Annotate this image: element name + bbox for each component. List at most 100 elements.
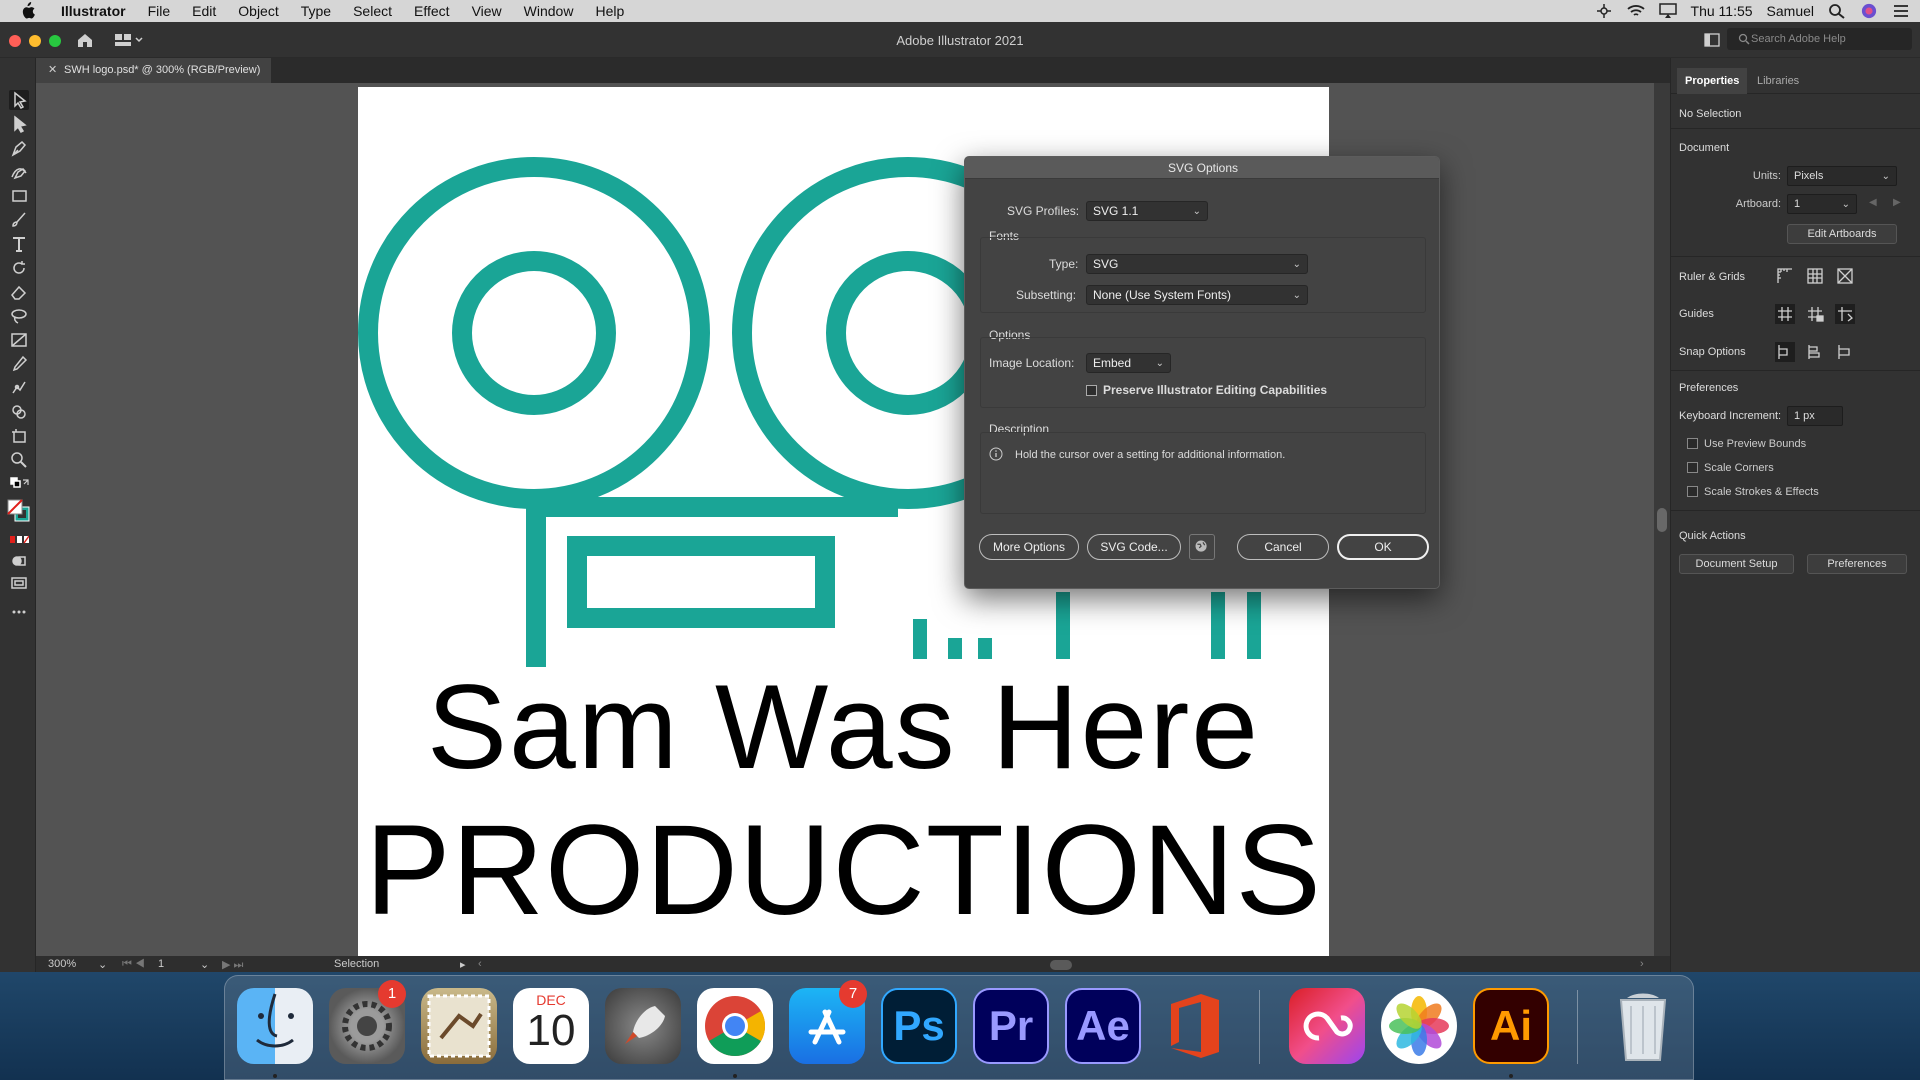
creative-cloud-status-icon[interactable] xyxy=(1595,3,1613,19)
apple-icon[interactable] xyxy=(18,2,36,20)
clock[interactable]: Thu 11:55 xyxy=(1691,3,1753,19)
drawing-modes-icon[interactable] xyxy=(9,552,29,570)
puppet-warp-tool-icon[interactable] xyxy=(9,378,29,398)
tab-properties[interactable]: Properties xyxy=(1677,68,1748,94)
illustrator-icon[interactable]: Ai xyxy=(1473,988,1549,1064)
svg-profiles-select[interactable]: SVG 1.1 ⌄ xyxy=(1086,201,1208,221)
wifi-icon[interactable] xyxy=(1626,3,1645,19)
menu-app-name[interactable]: Illustrator xyxy=(50,0,137,22)
paintbrush-tool-icon[interactable] xyxy=(9,210,29,230)
more-options-button[interactable]: More Options xyxy=(979,534,1079,560)
status-menu-arrow-icon[interactable]: ▸ xyxy=(460,958,466,971)
lasso-tool-icon[interactable] xyxy=(9,306,29,326)
document-setup-button[interactable]: Document Setup xyxy=(1679,554,1794,574)
airplay-icon[interactable] xyxy=(1658,3,1677,19)
curvature-tool-icon[interactable] xyxy=(9,162,29,182)
siri-icon[interactable] xyxy=(1860,3,1878,19)
search-adobe-help-input[interactable]: Search Adobe Help xyxy=(1727,28,1912,50)
snap-to-pixel-icon[interactable] xyxy=(1805,342,1825,362)
web-preview-button[interactable] xyxy=(1189,534,1215,560)
snap-to-glyph-icon[interactable] xyxy=(1835,342,1855,362)
menu-edit[interactable]: Edit xyxy=(181,0,227,22)
screen-mode-icon[interactable] xyxy=(9,574,29,592)
rectangle-tool-icon[interactable] xyxy=(9,186,29,206)
control-center-icon[interactable] xyxy=(1892,3,1910,19)
vertical-scroll-thumb[interactable] xyxy=(1657,508,1667,532)
artboard-select[interactable]: 1 ⌄ xyxy=(1787,194,1857,214)
shape-builder-tool-icon[interactable] xyxy=(9,402,29,422)
rotate-tool-icon[interactable] xyxy=(9,258,29,278)
transparency-grid-icon[interactable] xyxy=(1835,266,1855,286)
edit-toolbar-icon[interactable] xyxy=(9,606,29,618)
grid-icon[interactable] xyxy=(1805,266,1825,286)
close-tab-icon[interactable]: ✕ xyxy=(48,58,57,83)
chrome-icon[interactable] xyxy=(697,988,773,1064)
zoom-dropdown-chevron-icon[interactable]: ⌄ xyxy=(98,958,107,971)
subsetting-select[interactable]: None (Use System Fonts) ⌄ xyxy=(1086,285,1308,305)
eraser-tool-icon[interactable] xyxy=(9,282,29,302)
premiere-pro-icon[interactable]: Pr xyxy=(973,988,1049,1064)
previous-artboard-icon[interactable]: ◀ xyxy=(1869,197,1877,208)
svg-code-button[interactable]: SVG Code... xyxy=(1087,534,1181,560)
ok-button[interactable]: OK xyxy=(1337,534,1429,560)
zoom-level-field[interactable]: 300% xyxy=(48,958,76,970)
first-artboard-icon[interactable]: ⏮ ◀ xyxy=(122,958,145,971)
calendar-icon[interactable]: DEC 10 xyxy=(513,988,589,1064)
menu-view[interactable]: View xyxy=(461,0,513,22)
last-artboard-icon[interactable]: ▶ ⏭ xyxy=(222,958,243,972)
preferences-button[interactable]: Preferences xyxy=(1807,554,1907,574)
lock-guides-icon[interactable] xyxy=(1805,304,1825,324)
artboard-tool-icon[interactable] xyxy=(9,426,29,446)
menu-window[interactable]: Window xyxy=(513,0,585,22)
ruler-icon[interactable] xyxy=(1775,266,1795,286)
after-effects-icon[interactable]: Ae xyxy=(1065,988,1141,1064)
user-name[interactable]: Samuel xyxy=(1767,3,1814,19)
image-location-select[interactable]: Embed ⌄ xyxy=(1086,353,1171,373)
cancel-button[interactable]: Cancel xyxy=(1237,534,1329,560)
eyedropper-tool-icon[interactable] xyxy=(9,354,29,374)
microsoft-office-icon[interactable] xyxy=(1157,988,1233,1064)
zoom-tool-icon[interactable] xyxy=(9,450,29,470)
document-tab[interactable]: ✕ SWH logo.psd* @ 300% (RGB/Preview) xyxy=(36,58,271,83)
selection-tool-icon[interactable] xyxy=(9,90,29,110)
units-select[interactable]: Pixels ⌄ xyxy=(1787,166,1897,186)
finder-icon[interactable] xyxy=(237,988,313,1064)
smart-guides-icon[interactable] xyxy=(1835,304,1855,324)
edit-artboards-button[interactable]: Edit Artboards xyxy=(1787,224,1897,244)
artboard-number-field[interactable]: 1 xyxy=(158,958,164,970)
menu-type[interactable]: Type xyxy=(290,0,342,22)
show-guides-icon[interactable] xyxy=(1775,304,1795,324)
next-artboard-icon[interactable]: ▶ xyxy=(1893,197,1901,208)
snap-to-point-icon[interactable] xyxy=(1775,342,1795,362)
vertical-scrollbar[interactable] xyxy=(1654,83,1670,956)
pen-tool-icon[interactable] xyxy=(9,138,29,158)
menu-help[interactable]: Help xyxy=(584,0,635,22)
type-tool-icon[interactable] xyxy=(9,234,29,254)
photos-icon[interactable] xyxy=(1381,988,1457,1064)
color-mode-icons[interactable] xyxy=(9,534,30,546)
launchpad-icon[interactable] xyxy=(605,988,681,1064)
menu-file[interactable]: File xyxy=(137,0,182,22)
use-preview-bounds-checkbox[interactable]: Use Preview Bounds xyxy=(1687,438,1806,450)
artboard-dropdown-chevron-icon[interactable]: ⌄ xyxy=(200,958,209,971)
menu-object[interactable]: Object xyxy=(227,0,289,22)
font-type-select[interactable]: SVG ⌄ xyxy=(1086,254,1308,274)
gradient-tool-icon[interactable] xyxy=(9,330,29,350)
tab-libraries[interactable]: Libraries xyxy=(1749,68,1807,94)
keyboard-increment-field[interactable]: 1 px xyxy=(1787,406,1843,426)
photoshop-icon[interactable]: Ps xyxy=(881,988,957,1064)
preserve-editing-checkbox[interactable]: Preserve Illustrator Editing Capabilitie… xyxy=(1086,383,1327,397)
menu-effect[interactable]: Effect xyxy=(403,0,461,22)
creative-cloud-icon[interactable] xyxy=(1289,988,1365,1064)
fill-stroke-swatch-icon[interactable] xyxy=(6,498,32,524)
horizontal-scroll-thumb[interactable] xyxy=(1050,960,1072,970)
trash-icon[interactable] xyxy=(1605,988,1681,1064)
scroll-left-icon[interactable]: ‹ xyxy=(478,958,482,970)
mail-stamp-icon[interactable] xyxy=(421,988,497,1064)
scale-strokes-effects-checkbox[interactable]: Scale Strokes & Effects xyxy=(1687,486,1819,498)
arrange-documents-icon[interactable] xyxy=(1704,33,1720,47)
direct-selection-tool-icon[interactable] xyxy=(9,114,29,134)
scroll-right-icon[interactable]: › xyxy=(1640,958,1644,970)
spotlight-icon[interactable] xyxy=(1828,3,1846,19)
default-colors-icon[interactable] xyxy=(9,476,31,490)
